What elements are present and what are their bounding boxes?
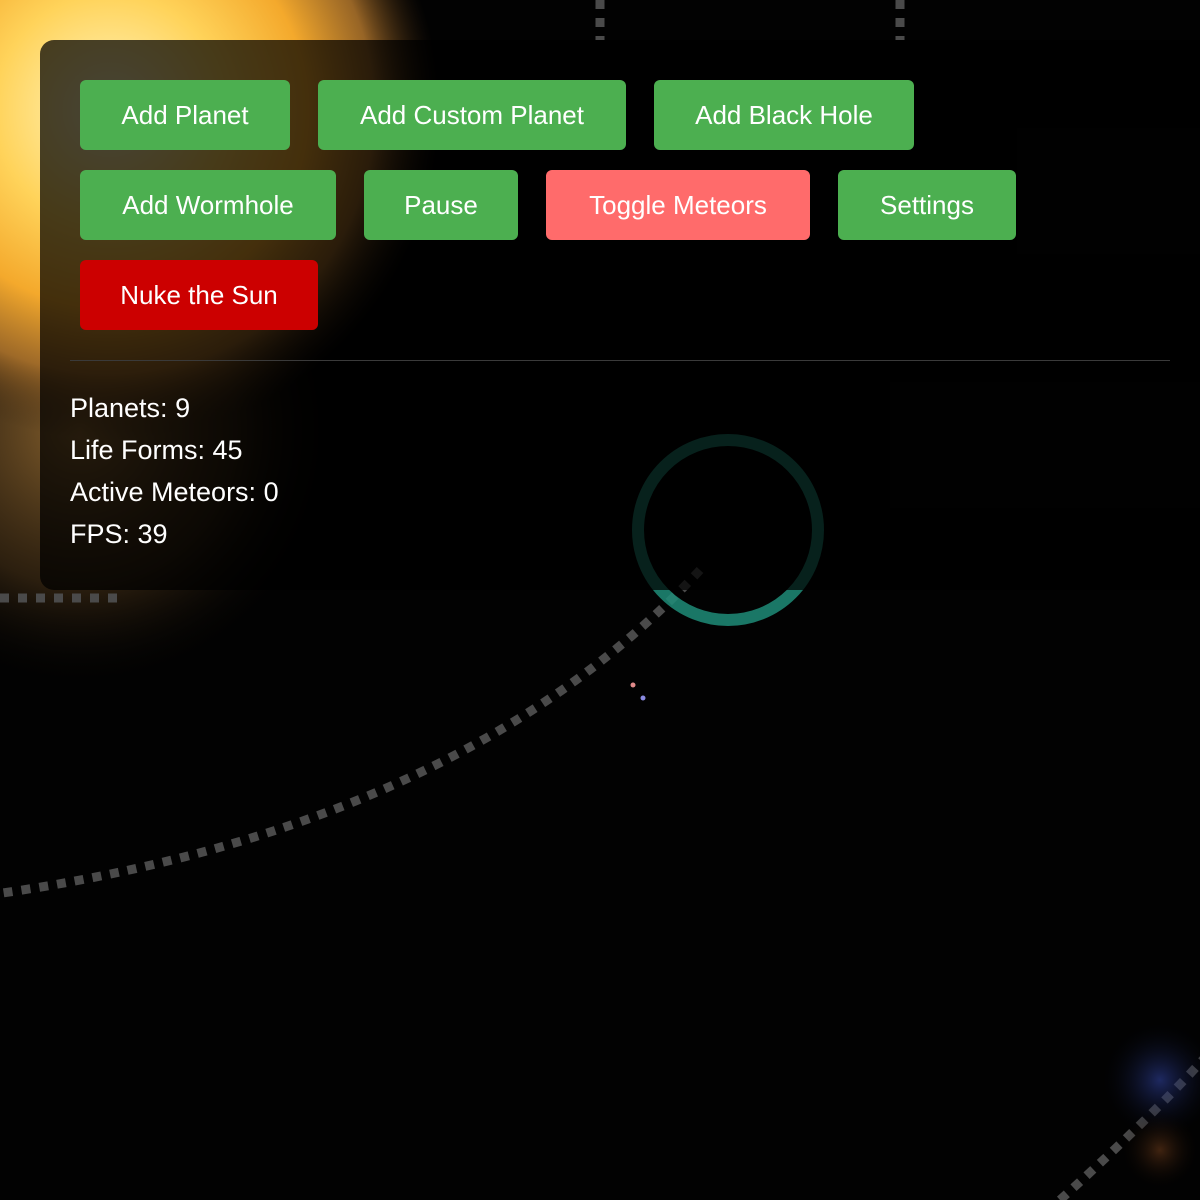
life-forms-label: Life Forms:	[70, 435, 213, 465]
life-forms-value: 45	[212, 435, 243, 465]
simulation-canvas[interactable]: Add Planet Add Custom Planet Add Black H…	[0, 0, 1200, 1200]
fps-stat: FPS: 39	[70, 518, 168, 550]
panel-divider	[70, 360, 1170, 361]
life-forms-stat: Life Forms: 45	[70, 434, 243, 466]
distant-planet	[1120, 1110, 1200, 1190]
control-panel: Add Planet Add Custom Planet Add Black H…	[40, 40, 1200, 590]
fps-value: 39	[137, 519, 168, 549]
toggle-meteors-button[interactable]: Toggle Meteors	[546, 170, 810, 240]
planets-value: 9	[175, 393, 191, 423]
add-planet-button[interactable]: Add Planet	[80, 80, 290, 150]
nuke-the-sun-button[interactable]: Nuke the Sun	[80, 260, 318, 330]
planets-label: Planets:	[70, 393, 176, 423]
life-particle	[630, 682, 636, 688]
active-meteors-label: Active Meteors:	[70, 477, 264, 507]
settings-button[interactable]: Settings	[838, 170, 1016, 240]
planets-stat: Planets: 9	[70, 392, 190, 424]
active-meteors-stat: Active Meteors: 0	[70, 476, 279, 508]
life-particle	[640, 695, 646, 701]
add-black-hole-button[interactable]: Add Black Hole	[654, 80, 914, 150]
pause-button[interactable]: Pause	[364, 170, 518, 240]
active-meteors-value: 0	[263, 477, 279, 507]
add-custom-planet-button[interactable]: Add Custom Planet	[318, 80, 626, 150]
fps-label: FPS:	[70, 519, 138, 549]
add-wormhole-button[interactable]: Add Wormhole	[80, 170, 336, 240]
